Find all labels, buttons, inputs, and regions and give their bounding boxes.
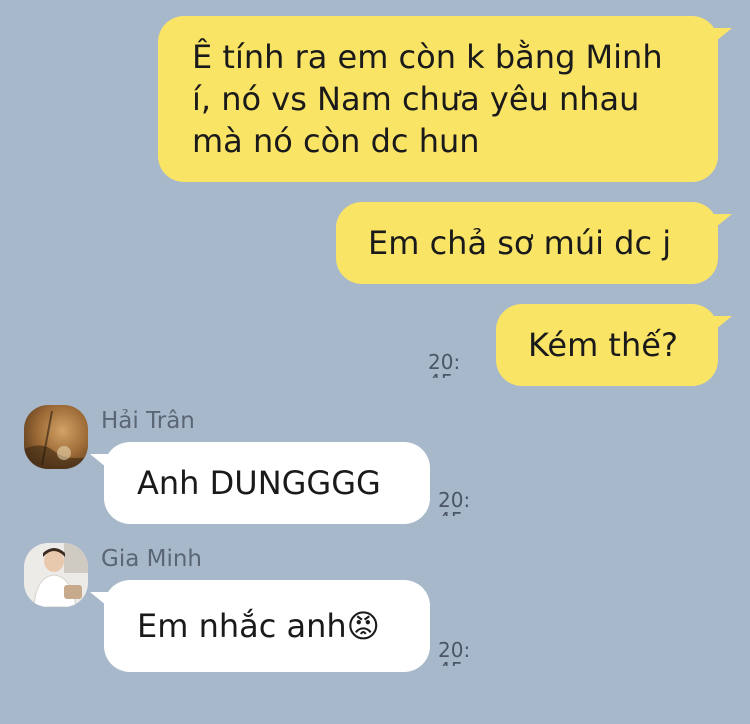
bubble-tail (710, 214, 732, 232)
bubble-tail (710, 28, 732, 46)
incoming-message-2[interactable]: Em nhắc anh😡 (104, 580, 430, 672)
avatar-image (24, 543, 88, 607)
sender-name: Gia Minh (101, 546, 203, 572)
message-text-row: Em nhắc anh😡 (137, 605, 430, 647)
message-line: Em chả sơ múi dc j (368, 224, 672, 262)
avatar-gia-minh[interactable] (24, 543, 88, 607)
message-timestamp: 20:45 (428, 352, 461, 378)
sender-name: Hải Trân (101, 408, 195, 434)
message-timestamp: 20:45 (438, 640, 471, 666)
avatar-image (24, 405, 88, 469)
bubble-tail (90, 592, 112, 610)
message-line: Ê tính ra em còn k bằng Minh (192, 38, 663, 76)
outgoing-message-1[interactable]: Ê tính ra em còn k bằng Minh í, nó vs Na… (158, 16, 718, 182)
outgoing-message-2[interactable]: Em chả sơ múi dc j (336, 202, 718, 284)
bubble-tail (710, 316, 732, 334)
message-text: Em nhắc anh (137, 607, 347, 645)
bubble-tail (90, 454, 112, 472)
message-timestamp: 20:45 (438, 490, 471, 516)
angry-face-emoji: 😡 (346, 607, 381, 645)
message-line: í, nó vs Nam chưa yêu nhau (192, 80, 640, 118)
message-line: Kém thế? (528, 326, 678, 364)
avatar-hai-tran[interactable] (24, 405, 88, 469)
outgoing-message-3[interactable]: Kém thế? (496, 304, 718, 386)
incoming-message-1[interactable]: Anh DUNGGGG (104, 442, 430, 524)
message-text: Anh DUNGGGG (137, 464, 381, 502)
message-line: mà nó còn dc hun (192, 122, 480, 160)
